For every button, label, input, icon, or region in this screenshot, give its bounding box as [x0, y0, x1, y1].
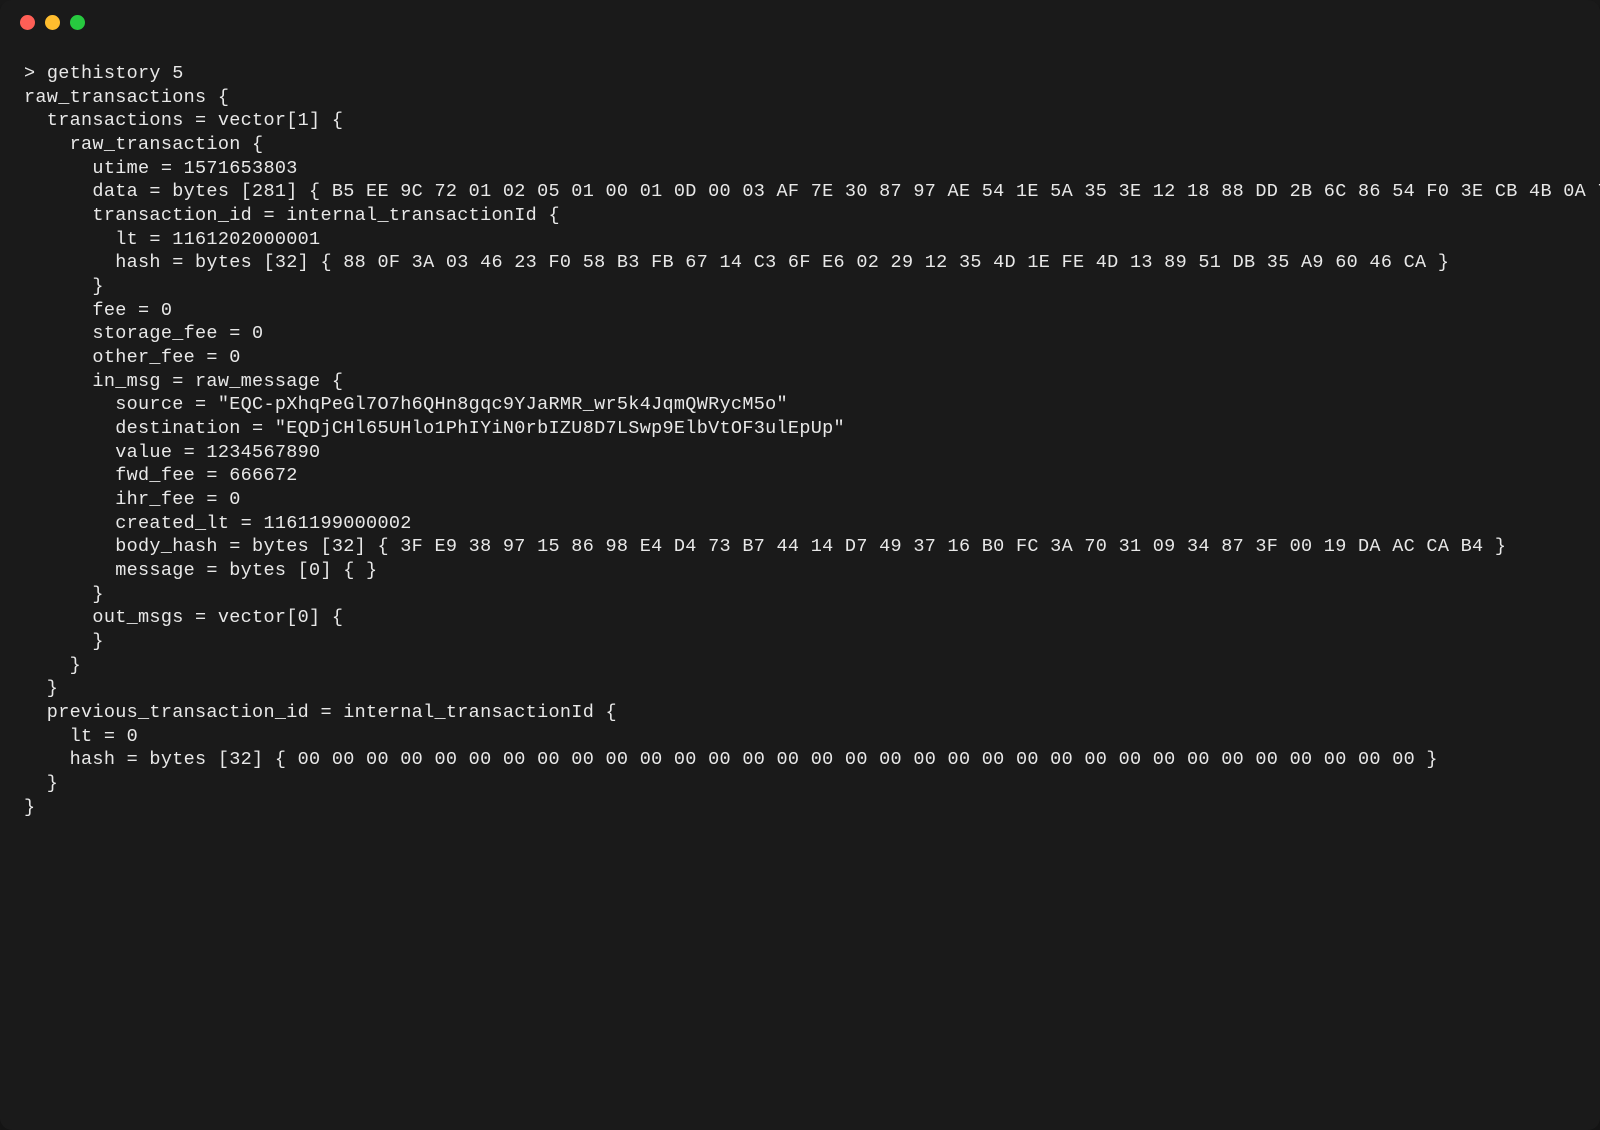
output-line: storage_fee = 0 — [24, 323, 263, 344]
titlebar — [0, 0, 1600, 44]
output-line: fwd_fee = 666672 — [24, 465, 298, 486]
close-icon[interactable] — [20, 15, 35, 30]
output-line: } — [24, 797, 35, 818]
output-line: previous_transaction_id = internal_trans… — [24, 702, 617, 723]
output-line: hash = bytes [32] { 88 0F 3A 03 46 23 F0… — [24, 252, 1449, 273]
output-line: } — [24, 584, 104, 605]
output-line: destination = "EQDjCHl65UHlo1PhIYiN0rbIZ… — [24, 418, 845, 439]
output-line: lt = 1161202000001 — [24, 229, 320, 250]
output-line: value = 1234567890 — [24, 442, 320, 463]
output-line: raw_transaction { — [24, 134, 263, 155]
output-line: fee = 0 — [24, 300, 172, 321]
output-line: body_hash = bytes [32] { 3F E9 38 97 15 … — [24, 536, 1506, 557]
maximize-icon[interactable] — [70, 15, 85, 30]
output-line: } — [24, 655, 81, 676]
minimize-icon[interactable] — [45, 15, 60, 30]
output-line: created_lt = 1161199000002 — [24, 513, 412, 534]
output-line: ihr_fee = 0 — [24, 489, 241, 510]
output-line: other_fee = 0 — [24, 347, 241, 368]
output-line: data = bytes [281] { B5 EE 9C 72 01 02 0… — [24, 181, 1600, 202]
output-line: in_msg = raw_message { — [24, 371, 343, 392]
output-line: message = bytes [0] { } — [24, 560, 377, 581]
output-line: transaction_id = internal_transactionId … — [24, 205, 560, 226]
output-line: } — [24, 276, 104, 297]
terminal-content[interactable]: > gethistory 5 raw_transactions { transa… — [0, 44, 1600, 838]
prompt-symbol: > — [24, 63, 35, 84]
output-line: lt = 0 — [24, 726, 138, 747]
output-line: utime = 1571653803 — [24, 158, 298, 179]
output-line: transactions = vector[1] { — [24, 110, 343, 131]
command-line: > gethistory 5 — [24, 63, 184, 84]
output-line: out_msgs = vector[0] { — [24, 607, 343, 628]
output-line: hash = bytes [32] { 00 00 00 00 00 00 00… — [24, 749, 1438, 770]
output-line: source = "EQC-pXhqPeGl7O7h6QHn8gqc9YJaRM… — [24, 394, 788, 415]
output-line: } — [24, 773, 58, 794]
output-line: raw_transactions { — [24, 87, 229, 108]
output-line: } — [24, 678, 58, 699]
command-input: gethistory 5 — [47, 63, 184, 84]
output-line: } — [24, 631, 104, 652]
terminal-window: > gethistory 5 raw_transactions { transa… — [0, 0, 1600, 1130]
traffic-lights — [20, 15, 85, 30]
